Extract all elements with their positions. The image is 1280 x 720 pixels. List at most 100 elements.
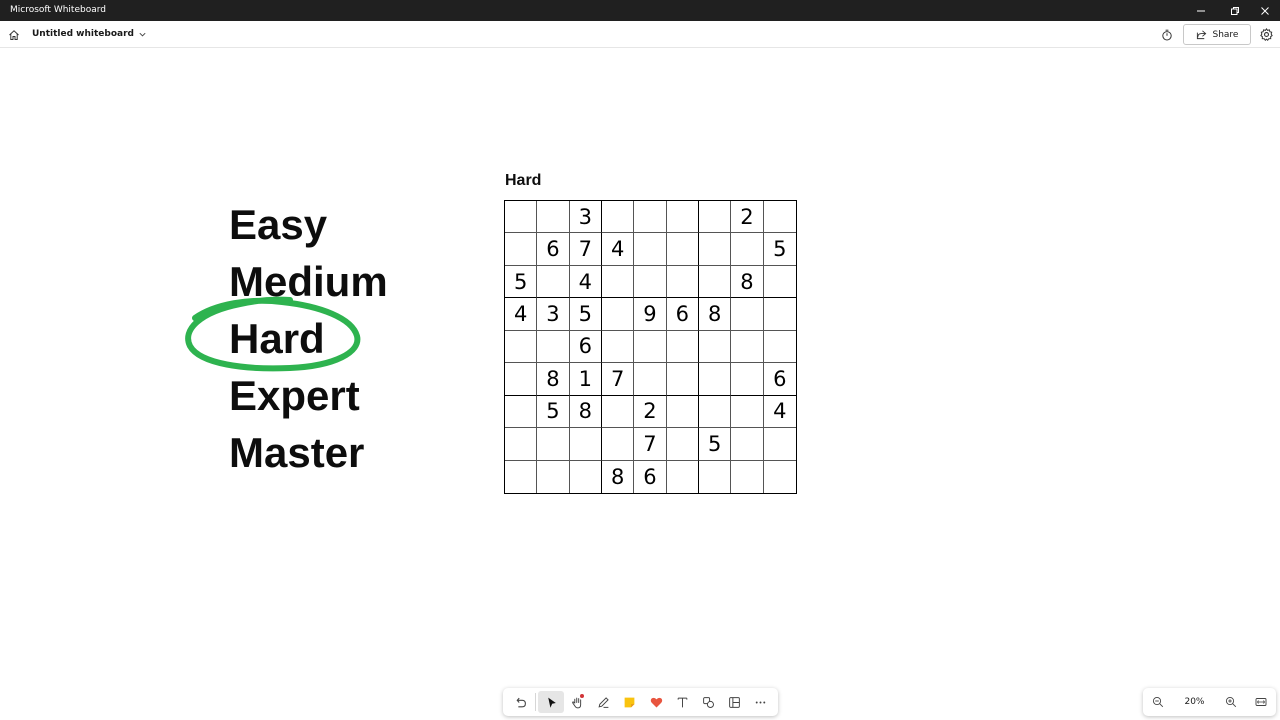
sudoku-cell[interactable] — [763, 201, 796, 234]
sudoku-cell[interactable]: 5 — [505, 265, 538, 299]
sudoku-cell[interactable] — [601, 428, 635, 461]
zoom-out-button[interactable] — [1143, 691, 1173, 713]
sudoku-cell[interactable]: 1 — [569, 363, 602, 396]
sudoku-cell[interactable]: 6 — [763, 363, 796, 396]
sudoku-cell[interactable] — [698, 395, 732, 429]
sudoku-cell[interactable]: 3 — [569, 201, 602, 234]
sudoku-cell[interactable] — [570, 460, 602, 493]
sticky-note-tool[interactable] — [617, 691, 643, 713]
sudoku-cell[interactable] — [634, 233, 667, 266]
sudoku-cell[interactable] — [505, 233, 538, 266]
sudoku-cell[interactable] — [537, 265, 570, 299]
difficulty-medium[interactable]: Medium — [229, 261, 388, 303]
sudoku-cell[interactable] — [699, 460, 732, 493]
sudoku-cell[interactable] — [731, 298, 764, 331]
sudoku-cell[interactable] — [667, 460, 699, 493]
sudoku-cell[interactable] — [601, 330, 635, 364]
sudoku-cell[interactable]: 5 — [698, 428, 732, 461]
sudoku-cell[interactable] — [731, 460, 764, 493]
sudoku-cell[interactable]: 4 — [505, 298, 538, 331]
sudoku-cell[interactable] — [505, 363, 538, 396]
sudoku-cell[interactable] — [763, 298, 796, 331]
sudoku-cell[interactable] — [601, 265, 635, 299]
hand-tool[interactable] — [564, 691, 590, 713]
sudoku-cell[interactable] — [666, 428, 699, 461]
share-button[interactable]: Share — [1183, 24, 1251, 45]
board-name-dropdown[interactable]: Untitled whiteboard — [32, 29, 147, 39]
sudoku-cell[interactable] — [698, 363, 732, 396]
sudoku-cell[interactable] — [666, 201, 699, 234]
settings-button[interactable] — [1258, 26, 1275, 43]
sudoku-cell[interactable] — [763, 428, 796, 461]
sudoku-cell[interactable] — [666, 330, 699, 364]
sudoku-cell[interactable] — [698, 233, 732, 266]
sudoku-cell[interactable]: 2 — [634, 395, 667, 429]
sudoku-cell[interactable]: 6 — [666, 298, 699, 331]
text-tool[interactable] — [669, 691, 695, 713]
sudoku-cell[interactable]: 8 — [537, 363, 570, 396]
sudoku-cell[interactable]: 5 — [537, 395, 570, 429]
fit-to-screen-button[interactable] — [1246, 691, 1276, 713]
restore-button[interactable] — [1218, 0, 1252, 21]
sudoku-cell[interactable] — [505, 428, 538, 461]
difficulty-easy[interactable]: Easy — [229, 204, 327, 246]
sudoku-cell[interactable] — [731, 233, 764, 266]
sudoku-cell[interactable]: 7 — [569, 233, 602, 266]
sudoku-cell[interactable]: 4 — [763, 396, 796, 429]
pen-tool[interactable] — [591, 691, 617, 713]
sudoku-cell[interactable]: 6 — [537, 233, 570, 266]
sudoku-cell[interactable]: 9 — [634, 298, 667, 331]
sudoku-cell[interactable]: 8 — [602, 460, 635, 493]
minimize-button[interactable] — [1184, 0, 1218, 21]
sudoku-cell[interactable] — [731, 395, 764, 429]
sudoku-cell[interactable] — [666, 233, 699, 266]
sudoku-cell[interactable] — [666, 395, 699, 429]
sudoku-cell[interactable]: 6 — [634, 460, 667, 493]
sudoku-cell[interactable]: 8 — [569, 395, 602, 429]
sudoku-cell[interactable] — [537, 428, 570, 461]
more-tools-button[interactable] — [748, 691, 774, 713]
sudoku-cell[interactable] — [764, 461, 796, 493]
sudoku-cell[interactable]: 8 — [731, 265, 764, 299]
sudoku-cell[interactable]: 7 — [601, 363, 635, 396]
sudoku-cell[interactable]: 3 — [537, 298, 570, 331]
sudoku-cell[interactable] — [731, 363, 764, 396]
sudoku-cell[interactable] — [537, 460, 570, 493]
sudoku-cell[interactable]: 4 — [601, 233, 635, 266]
sudoku-cell[interactable] — [731, 330, 764, 364]
sudoku-cell[interactable] — [698, 330, 732, 364]
timer-button[interactable] — [1159, 27, 1174, 42]
sudoku-cell[interactable] — [731, 428, 764, 461]
sudoku-cell[interactable] — [537, 330, 570, 364]
select-tool[interactable] — [538, 691, 565, 713]
zoom-level[interactable]: 20% — [1173, 697, 1216, 707]
zoom-in-button[interactable] — [1216, 691, 1246, 713]
sudoku-cell[interactable] — [634, 201, 667, 234]
undo-button[interactable] — [507, 691, 533, 713]
sudoku-cell[interactable] — [763, 331, 796, 364]
sudoku-cell[interactable] — [698, 201, 732, 234]
sudoku-cell[interactable] — [505, 460, 538, 493]
sudoku-cell[interactable] — [505, 330, 538, 364]
sudoku-cell[interactable] — [634, 330, 667, 364]
difficulty-master[interactable]: Master — [229, 432, 364, 474]
difficulty-hard[interactable]: Hard — [229, 318, 325, 360]
sudoku-cell[interactable] — [537, 201, 570, 234]
sudoku-cell[interactable]: 5 — [569, 298, 602, 331]
templates-tool[interactable] — [722, 691, 748, 713]
sudoku-cell[interactable] — [601, 298, 635, 331]
sudoku-cell[interactable] — [698, 265, 732, 299]
sudoku-cell[interactable]: 2 — [731, 201, 764, 234]
home-button[interactable] — [5, 26, 22, 43]
sudoku-cell[interactable] — [601, 395, 635, 429]
sudoku-cell[interactable]: 4 — [569, 265, 602, 299]
sudoku-cell[interactable] — [634, 363, 667, 396]
shapes-tool[interactable] — [695, 691, 721, 713]
sudoku-cell[interactable] — [505, 201, 538, 234]
close-button[interactable] — [1248, 0, 1280, 21]
sudoku-grid[interactable]: 3267455484359686817658247586 — [504, 200, 797, 494]
sudoku-cell[interactable] — [601, 201, 635, 234]
sudoku-cell[interactable]: 8 — [698, 298, 732, 331]
sudoku-cell[interactable] — [763, 266, 796, 299]
sudoku-cell[interactable] — [634, 265, 667, 299]
